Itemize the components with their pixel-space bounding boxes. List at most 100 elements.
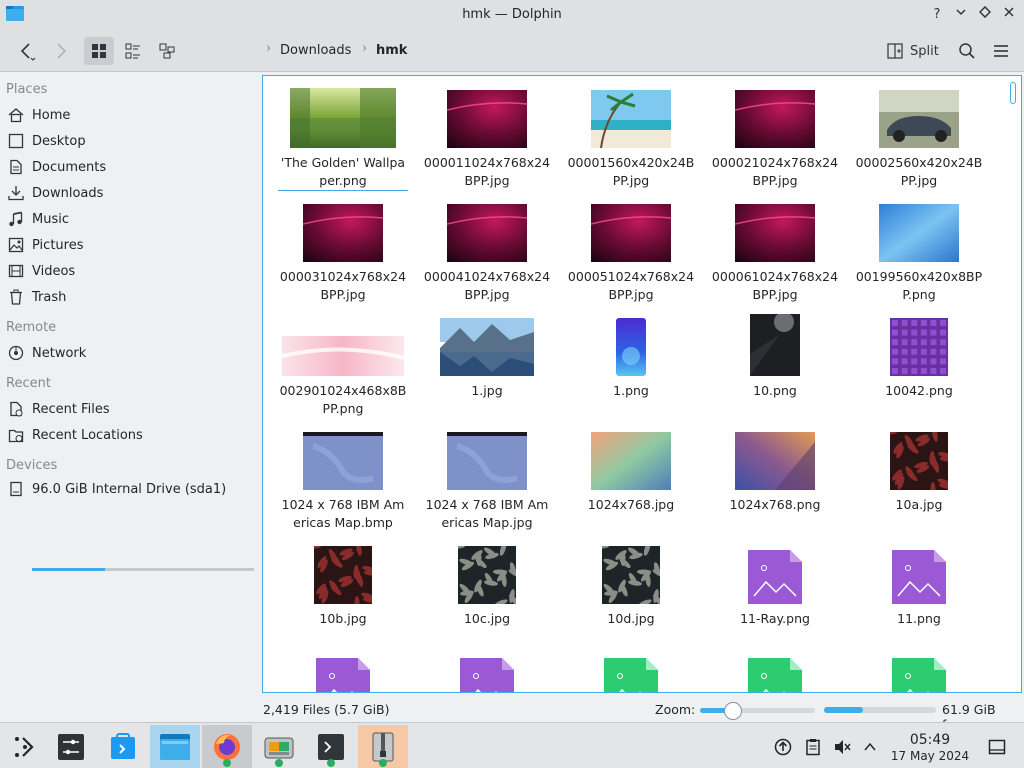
show-desktop-icon[interactable] <box>987 737 1007 757</box>
clock-time[interactable]: 05:49 <box>890 732 970 748</box>
breadcrumb-current[interactable]: hmk <box>376 43 407 58</box>
terminal-task-button[interactable] <box>306 725 356 768</box>
sidebar-item-videos[interactable]: Videos <box>6 260 256 282</box>
file-name: 1024 x 768 IBM Americas Map.bmp <box>281 497 405 530</box>
file-item[interactable]: 000031024x768x24BPP.jpg <box>273 200 413 304</box>
file-item[interactable]: 10c.jpg <box>417 542 557 628</box>
forward-button[interactable] <box>46 37 76 65</box>
file-item[interactable]: 'The Golden' Wallpaper.png <box>273 86 413 191</box>
file-item[interactable]: 10b.jpg <box>273 542 413 628</box>
maximize-icon[interactable] <box>976 5 994 24</box>
file-item[interactable]: 000041024x768x24BPP.jpg <box>417 200 557 304</box>
clock-date[interactable]: 17 May 2024 <box>880 749 980 763</box>
sidebar-item-music[interactable]: Music <box>6 208 256 230</box>
file-thumbnail <box>458 650 516 692</box>
file-item[interactable]: 1024 x 768 IBM Americas Map.jpg <box>417 428 557 532</box>
chevron-up-icon[interactable] <box>860 737 880 757</box>
file-item[interactable] <box>849 650 989 692</box>
file-item[interactable] <box>417 650 557 692</box>
file-thumbnail <box>890 314 948 376</box>
menu-button[interactable] <box>988 37 1014 65</box>
file-item[interactable]: 000011024x768x24BPP.jpg <box>417 86 557 190</box>
updates-tray-icon[interactable] <box>773 737 793 757</box>
file-item[interactable]: 10d.jpg <box>561 542 701 628</box>
file-thumbnail <box>591 200 671 262</box>
file-name: 1024 x 768 IBM Americas Map.jpg <box>425 497 549 530</box>
file-item[interactable]: 002901024x468x8BPP.png <box>273 314 413 418</box>
file-name: 10042.png <box>885 383 953 398</box>
system-settings-button[interactable] <box>46 725 96 768</box>
app-launcher-button[interactable] <box>0 725 50 768</box>
sidebar-item-trash[interactable]: Trash <box>6 286 256 308</box>
sidebar-item-recent-files[interactable]: Recent Files <box>6 398 256 420</box>
sidebar-item-internal-drive[interactable]: 96.0 GiB Internal Drive (sda1) <box>6 478 256 500</box>
file-item[interactable]: 1024 x 768 IBM Americas Map.bmp <box>273 428 413 532</box>
file-item[interactable]: 11.png <box>849 542 989 628</box>
sidebar-item-documents[interactable]: Documents <box>6 156 256 178</box>
split-button[interactable]: Split <box>886 37 946 65</box>
file-item[interactable]: 000051024x768x24BPP.jpg <box>561 200 701 304</box>
file-item[interactable]: 1024x768.png <box>705 428 845 514</box>
file-item[interactable] <box>273 650 413 692</box>
drive-icon <box>6 479 26 499</box>
compact-view-button[interactable] <box>118 37 148 65</box>
sidebar-item-pictures[interactable]: Pictures <box>6 234 256 256</box>
sidebar-item-downloads[interactable]: Downloads <box>6 182 256 204</box>
minimize-icon[interactable] <box>952 6 970 24</box>
sidebar-item-label: Videos <box>32 263 76 279</box>
file-view[interactable]: 'The Golden' Wallpaper.png 000011024x768x… <box>262 75 1022 693</box>
file-name: 000021024x768x24BPP.jpg <box>711 155 839 188</box>
file-item[interactable] <box>705 650 845 692</box>
file-item[interactable]: 000061024x768x24BPP.jpg <box>705 200 845 304</box>
file-item[interactable]: 00002560x420x24BPP.jpg <box>849 86 989 190</box>
sidebar-item-recent-locations[interactable]: Recent Locations <box>6 424 256 446</box>
discover-button[interactable] <box>98 725 148 768</box>
file-item[interactable]: 1.jpg <box>417 314 557 400</box>
close-icon[interactable] <box>1000 6 1018 24</box>
system-settings-icon <box>58 734 84 760</box>
breadcrumb-downloads[interactable]: Downloads <box>280 43 351 58</box>
file-thumbnail <box>602 650 660 692</box>
sidebar-item-desktop[interactable]: Desktop <box>6 130 256 152</box>
sidebar-item-network[interactable]: Network <box>6 342 256 364</box>
sidebar-item-label: Music <box>32 211 69 227</box>
recent-files-icon <box>6 399 26 419</box>
file-item[interactable]: 00199560x420x8BPP.png <box>849 200 989 304</box>
taskbar: 05:49 17 May 2024 <box>0 722 1024 768</box>
sidebar-item-label: Recent Locations <box>32 427 143 443</box>
file-item[interactable]: 000021024x768x24BPP.jpg <box>705 86 845 190</box>
file-item[interactable]: 11-Ray.png <box>705 542 845 628</box>
file-item[interactable] <box>561 650 701 692</box>
file-item[interactable]: 10.png <box>705 314 845 400</box>
sidebar-item-home[interactable]: Home <box>6 104 256 126</box>
volume-muted-tray-icon[interactable] <box>832 737 852 757</box>
help-icon[interactable]: ? <box>928 6 946 24</box>
file-item[interactable]: 1024x768.jpg <box>561 428 701 514</box>
running-indicator <box>379 759 387 767</box>
zoom-slider-handle[interactable] <box>724 702 743 720</box>
running-indicator <box>327 759 335 767</box>
dolphin-task-button[interactable] <box>150 725 200 768</box>
firefox-task-button[interactable] <box>202 725 252 768</box>
scrollbar[interactable] <box>1010 82 1016 104</box>
file-item[interactable]: 1.png <box>561 314 701 400</box>
file-name: 00002560x420x24BPP.jpg <box>855 155 983 188</box>
file-thumbnail <box>314 542 372 604</box>
details-view-button[interactable] <box>152 37 182 65</box>
details-view-icon <box>159 43 175 59</box>
back-button[interactable] <box>8 37 44 65</box>
file-name: 10d.jpg <box>607 611 655 626</box>
clipboard-tray-icon[interactable] <box>803 737 823 757</box>
disk-image-task-button[interactable] <box>254 725 304 768</box>
file-item[interactable]: 00001560x420x24BPP.jpg <box>561 86 701 190</box>
search-button[interactable] <box>954 37 980 65</box>
file-thumbnail <box>303 428 383 490</box>
file-thumbnail <box>735 86 815 148</box>
file-thumbnail <box>447 86 527 148</box>
toolbar: › Downloads › hmk Split <box>0 30 1024 72</box>
archive-task-button[interactable] <box>358 725 408 768</box>
zoom-slider[interactable] <box>700 702 815 720</box>
file-item[interactable]: 10042.png <box>849 314 989 400</box>
icons-view-button[interactable] <box>84 37 114 65</box>
file-item[interactable]: 10a.jpg <box>849 428 989 514</box>
